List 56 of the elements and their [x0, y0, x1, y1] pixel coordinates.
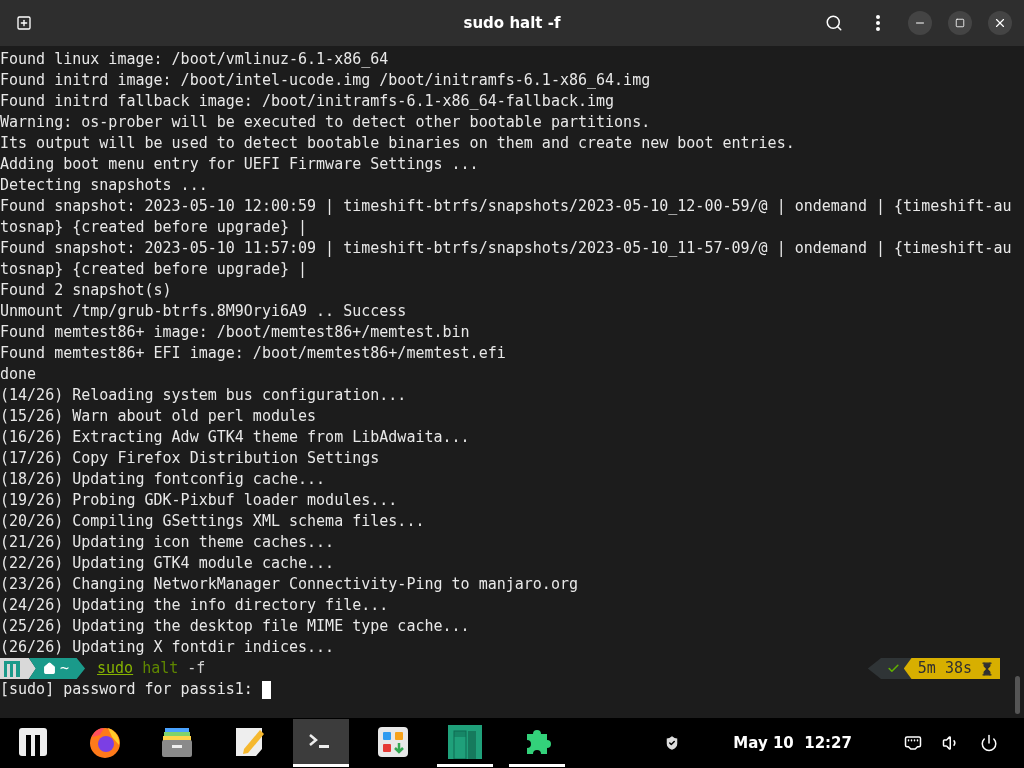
terminal-line: (22/26) Updating GTK4 module cache...	[0, 553, 335, 574]
terminal-line: Found initrd image: /boot/intel-ucode.img /boot/initramfs-6.1-x86_64.img	[0, 70, 651, 91]
terminal-line: (21/26) Updating icon theme caches...	[0, 532, 335, 553]
terminal-line: tosnap} {created before upgrade} |	[0, 217, 308, 238]
terminal-line: done	[0, 364, 37, 385]
password-prompt: [sudo] password for passis1:	[0, 679, 253, 700]
terminal-line: Detecting snapshots ...	[0, 175, 208, 196]
maximize-icon	[955, 18, 965, 28]
home-icon	[43, 662, 56, 675]
close-button[interactable]	[988, 11, 1012, 35]
terminal-line: Found memtest86+ image: /boot/memtest86+/memtest.bin	[0, 322, 470, 343]
hourglass-icon	[980, 661, 994, 676]
terminal-line: Found 2 snapshot(s)	[0, 280, 172, 301]
close-icon	[993, 16, 1007, 30]
terminal-line: Found linux image: /boot/vmlinuz-6.1-x86_64	[0, 49, 389, 70]
terminal-line: Found snapshot: 2023-05-10 12:00:59 | timeshift-btrfs/snapshots/2023-05-10_12-00-59/@ | ondemand | {timeshift-au	[0, 196, 1012, 217]
command-word: sudo	[97, 658, 134, 679]
network-icon	[904, 734, 922, 752]
maximize-button[interactable]	[948, 11, 972, 35]
terminal-line: (18/26) Updating fontconfig cache...	[0, 469, 326, 490]
grid-logo-icon	[448, 724, 482, 759]
terminal-line: Found initrd fallback image: /boot/initramfs-6.1-x86_64-fallback.img	[0, 91, 615, 112]
terminal-line: (17/26) Copy Firefox Distribution Settings	[0, 448, 380, 469]
power-icon	[980, 734, 998, 752]
terminal-line: Found memtest86+ EFI image: /boot/memtest86+/memtest.efi	[0, 343, 506, 364]
grid-logo-icon	[18, 726, 48, 757]
command-word: -f	[187, 658, 206, 679]
terminal-line: Unmount /tmp/grub-btrfs.8M9Oryi6A9 .. Success	[0, 301, 407, 322]
search-icon	[825, 14, 843, 32]
terminal-line: (15/26) Warn about old perl modules	[0, 406, 317, 427]
menu-icon	[876, 15, 880, 31]
terminal-line: (24/26) Updating the info directory file...	[0, 595, 389, 616]
prompt-path-segment: ~	[29, 658, 86, 679]
clock[interactable]: May 10 12:27	[733, 731, 852, 755]
duration-text: 5m 38s	[917, 658, 972, 679]
new-tab-icon	[16, 15, 32, 31]
terminal-line: Adding boot menu entry for UEFI Firmware Settings ...	[0, 154, 479, 175]
text-cursor	[261, 680, 271, 699]
terminal-line: (16/26) Extracting Adw GTK4 theme from LibAdwaita...	[0, 427, 470, 448]
terminal-line: Its output will be used to detect bootable binaries on them and create new boot entries.	[0, 133, 795, 154]
terminal-line: (20/26) Compiling GSettings XML schema files...	[0, 511, 425, 532]
terminal-line: Found snapshot: 2023-05-10 11:57:09 | timeshift-btrfs/snapshots/2023-05-10_11-57-09/@ | ondemand | {timeshift-au	[0, 238, 1012, 259]
terminal-line: tosnap} {created before upgrade} |	[0, 259, 308, 280]
terminal-line: (25/26) Updating the desktop file MIME type cache...	[0, 616, 470, 637]
scrollbar-thumb[interactable]	[1015, 676, 1020, 714]
command-word: halt	[142, 658, 179, 679]
minimize-button[interactable]	[908, 11, 932, 35]
taskbar-app-button[interactable]	[293, 719, 349, 767]
terminal-line: (26/26) Updating X fontdir indices...	[0, 637, 335, 658]
window-title: sudo halt -f	[463, 12, 561, 34]
terminal-line: Warning: os-prober will be executed to detect other bootable partitions.	[0, 112, 651, 133]
check-icon	[887, 662, 901, 675]
app-tiles-icon	[377, 725, 409, 758]
terminal-line: (19/26) Probing GDK-Pixbuf loader modules...	[0, 490, 398, 511]
terminal-line: (23/26) Changing NetworkManager Connectivity-Ping to manjaro.org	[0, 574, 578, 595]
terminal-line: (14/26) Reloading system bus configuration...	[0, 385, 407, 406]
